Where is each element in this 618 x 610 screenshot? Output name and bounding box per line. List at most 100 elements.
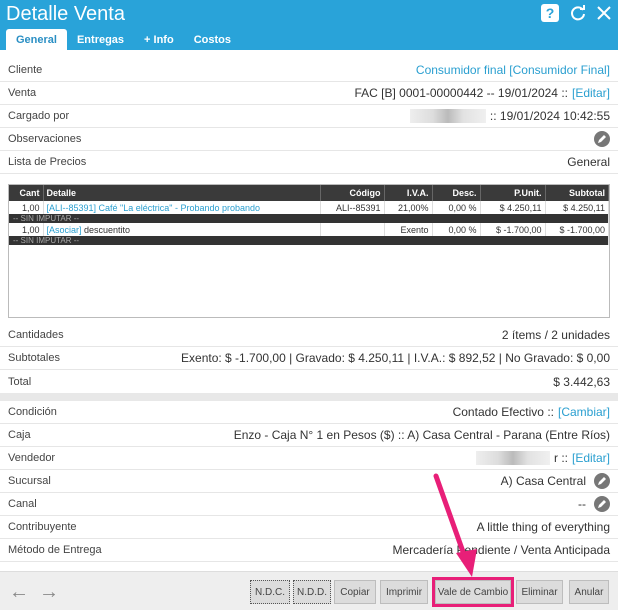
table-note-row: -- SIN IMPUTAR -- [9,236,609,245]
observaciones-label: Observaciones [8,133,82,145]
sucursal-label: Sucursal [8,475,51,487]
row-cliente: Cliente Consumidor final [Consumidor Fin… [0,59,618,82]
contribuyente-label: Contribuyente [8,521,77,533]
cell-iva: 21,00% [384,201,433,214]
col-subtotal: Subtotal [545,185,609,201]
cell-cant: 1,00 [9,201,44,214]
window-title: Detalle Venta [6,3,125,25]
table-note-row: -- SIN IMPUTAR -- [9,214,609,223]
row-contribuyente: Contribuyente A little thing of everythi… [0,516,618,539]
cell-iva: Exento [384,223,433,236]
lista-precios-value: General [567,155,610,169]
edit-canal-icon[interactable] [594,496,610,512]
cell-codigo: ALI--85391 [320,201,385,214]
items-table: Cant Detalle Código I.V.A. Desc. P.Unit.… [8,184,610,318]
tab-costos[interactable]: Costos [184,29,241,50]
row-lista-precios: Lista de Precios General [0,151,618,174]
cargado-value: :: 19/01/2024 10:42:55 [489,109,610,123]
cell-punit: $ 4.250,11 [480,201,546,214]
edit-sucursal-icon[interactable] [594,473,610,489]
imprimir-button[interactable]: Imprimir [380,580,428,604]
row-condicion: Condición Contado Efectivo :: [Cambiar] [0,401,618,424]
cargado-label: Cargado por [8,110,70,122]
edit-observaciones-icon[interactable] [594,131,610,147]
total-value: $ 3.442,63 [553,374,610,389]
venta-label: Venta [8,87,37,99]
col-desc: Desc. [432,185,481,201]
tab-bar: General Entregas + Info Costos [6,29,241,50]
forward-arrow-icon[interactable]: → [39,582,59,602]
venta-value: FAC [B] 0001-00000442 -- 19/01/2024 :: [354,86,568,100]
help-icon[interactable]: ? [540,3,560,23]
caja-value: Enzo - Caja N° 1 en Pesos ($) :: A) Casa… [233,428,610,442]
anular-button[interactable]: Anular [569,580,609,604]
cell-subtotal: $ -1.700,00 [545,223,609,236]
redacted-user [409,109,486,123]
table-row: 1,00 [ALI--85391] Café "La eléctrica" - … [9,201,609,214]
row-venta: Venta FAC [B] 0001-00000442 -- 19/01/202… [0,82,618,105]
row-observaciones: Observaciones [0,128,618,151]
condicion-label: Condición [8,406,57,418]
back-arrow-icon[interactable]: ← [9,582,29,602]
col-punit: P.Unit. [480,185,546,201]
close-icon[interactable] [594,3,614,23]
metodo-value: Mercadería Pendiente / Venta Anticipada [392,543,610,557]
subtotales-label: Subtotales [8,352,60,364]
svg-text:?: ? [546,5,555,21]
row-cantidades: Cantidades 2 ítems / 2 unidades [0,324,618,347]
asociar-link[interactable]: [Asociar] [47,225,82,235]
canal-value: -- [578,497,586,511]
canal-label: Canal [8,498,37,510]
table-row: 1,00 [Asociar] descuentito Exento 0,00 %… [9,223,609,236]
ndc-button[interactable]: N.D.C. [250,580,290,604]
venta-edit-link[interactable]: [Editar] [572,86,610,100]
section-divider [0,393,618,401]
eliminar-button[interactable]: Eliminar [516,580,563,604]
vale-de-cambio-button[interactable]: Vale de Cambio [432,577,514,607]
contribuyente-value: A little thing of everything [476,520,610,534]
tab-entregas[interactable]: Entregas [67,29,134,50]
item-link[interactable]: [ALI--85391] Café "La eléctrica" - Proba… [47,203,261,213]
ndd-button[interactable]: N.D.D. [293,580,331,604]
col-cant: Cant [9,185,44,201]
col-codigo: Código [320,185,385,201]
cell-desc: 0,00 % [432,223,481,236]
cell-codigo [320,223,385,236]
metodo-label: Método de Entrega [8,544,102,556]
tab-info[interactable]: + Info [134,29,184,50]
row-metodo-entrega: Método de Entrega Mercadería Pendiente /… [0,539,618,562]
row-vendedor: Vendedor r :: [Editar] [0,447,618,470]
cambiar-link[interactable]: [Cambiar] [558,405,610,419]
sin-imputar-note: -- SIN IMPUTAR -- [9,236,609,245]
cantidades-value: 2 ítems / 2 unidades [501,328,610,342]
cliente-link[interactable]: Consumidor final [Consumidor Final] [416,63,610,77]
cantidades-label: Cantidades [8,329,64,341]
condicion-value: Contado Efectivo :: [452,405,554,419]
window-header: Detalle Venta ? General Entregas + Info … [0,0,618,50]
cell-desc: 0,00 % [432,201,481,214]
tab-general[interactable]: General [6,29,67,50]
sucursal-value: A) Casa Central [500,474,586,488]
row-sucursal: Sucursal A) Casa Central [0,470,618,493]
row-canal: Canal -- [0,493,618,516]
row-subtotales: Subtotales Exento: $ -1.700,00 | Gravado… [0,347,618,370]
cliente-label: Cliente [8,64,43,76]
row-caja: Caja Enzo - Caja N° 1 en Pesos ($) :: A)… [0,424,618,447]
redacted-vendedor [475,451,550,465]
col-iva: I.V.A. [384,185,433,201]
vendedor-edit-link[interactable]: [Editar] [572,451,610,465]
caja-label: Caja [8,429,31,441]
cell-detalle: descuentito [84,224,131,235]
vendedor-label: Vendedor [8,452,56,464]
row-cargado: Cargado por :: 19/01/2024 10:42:55 [0,105,618,128]
cell-punit: $ -1.700,00 [480,223,546,236]
lista-precios-label: Lista de Precios [8,156,87,168]
col-detalle: Detalle [43,185,321,201]
subtotales-value: Exento: $ -1.700,00 | Gravado: $ 4.250,1… [181,351,610,365]
cell-subtotal: $ 4.250,11 [545,201,609,214]
row-total: Total $ 3.442,63 [0,370,618,393]
copiar-button[interactable]: Copiar [334,580,376,604]
refresh-icon[interactable] [568,3,588,23]
cell-cant: 1,00 [9,223,44,236]
total-label: Total [8,375,32,388]
